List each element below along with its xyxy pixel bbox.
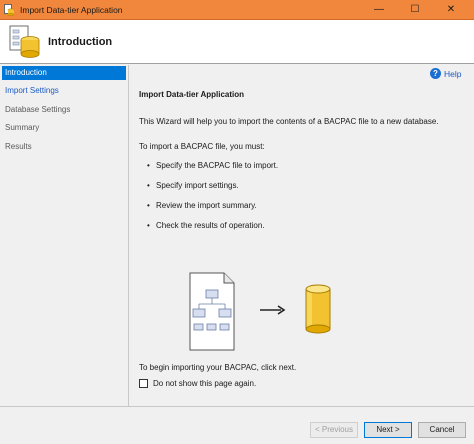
help-label[interactable]: Help <box>444 69 461 79</box>
close-button[interactable]: ✕ <box>433 0 469 20</box>
bullet-icon: • <box>147 201 150 210</box>
page-title: Introduction <box>48 36 113 48</box>
do-not-show-label[interactable]: Do not show this page again. <box>153 379 256 388</box>
list-item: • Specify import settings. <box>147 181 278 201</box>
do-not-show-option[interactable]: Do not show this page again. <box>139 379 299 390</box>
requirements-list: • Specify the BACPAC file to import. • Spe… <box>147 161 278 241</box>
cancel-button[interactable]: Cancel <box>418 422 466 438</box>
window-title: Import Data-tier Application <box>20 5 123 15</box>
previous-button[interactable]: < Previous <box>310 422 358 438</box>
wizard-footer: < Previous Next > Cancel <box>0 406 474 444</box>
list-item: • Check the results of operation. <box>147 221 278 241</box>
database-app-icon <box>4 4 15 16</box>
next-button[interactable]: Next > <box>364 422 412 438</box>
sidebar-item-import-settings[interactable]: Import Settings <box>2 84 126 98</box>
sidebar-item-summary: Summary <box>5 123 40 132</box>
bullet-icon: • <box>147 221 150 230</box>
intro-text: This Wizard will help you to import the … <box>139 117 439 126</box>
database-wizard-icon <box>9 25 40 58</box>
arrow-right-icon <box>260 305 286 315</box>
main-content: ? Help Import Data-tier Application This… <box>130 65 474 406</box>
wizard-steps-sidebar: Introduction Import Settings Database Se… <box>0 65 129 406</box>
database-icon <box>305 284 331 334</box>
step-text: Review the import summary. <box>156 201 257 210</box>
list-item: • Review the import summary. <box>147 201 278 221</box>
help-link[interactable]: ? Help <box>430 68 466 80</box>
bullet-icon: • <box>147 161 150 170</box>
requirements-lead: To import a BACPAC file, you must: <box>139 142 265 151</box>
sidebar-item-introduction[interactable]: Introduction <box>2 66 126 80</box>
help-icon[interactable]: ? <box>430 68 441 79</box>
bacpac-file-icon <box>189 272 235 351</box>
maximize-button[interactable]: ☐ <box>397 0 433 20</box>
do-not-show-checkbox[interactable] <box>139 379 148 388</box>
list-item: • Specify the BACPAC file to import. <box>147 161 278 181</box>
sidebar-item-results: Results <box>5 142 32 151</box>
wizard-header: Introduction <box>0 20 474 64</box>
sidebar-item-database-settings: Database Settings <box>5 105 71 114</box>
import-illustration <box>189 272 331 351</box>
bullet-icon: • <box>147 181 150 190</box>
step-text: Check the results of operation. <box>156 221 265 230</box>
minimize-button[interactable]: — <box>361 0 397 20</box>
content-heading: Import Data-tier Application <box>139 90 245 99</box>
step-text: Specify the BACPAC file to import. <box>156 161 279 170</box>
step-text: Specify import settings. <box>156 181 239 190</box>
title-bar: Import Data-tier Application — ☐ ✕ <box>0 0 474 20</box>
closing-text: To begin importing your BACPAC, click ne… <box>139 363 297 372</box>
